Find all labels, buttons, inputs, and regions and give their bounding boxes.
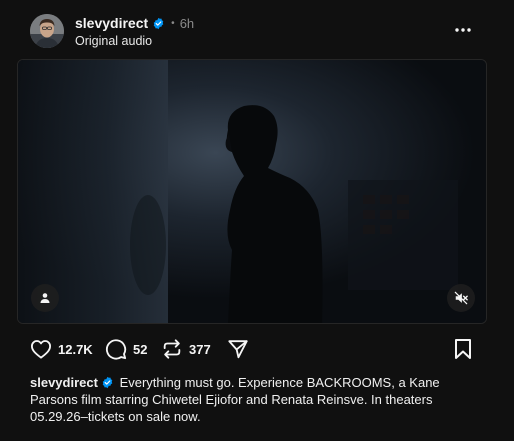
video-frame <box>18 60 486 323</box>
avatar[interactable] <box>30 14 64 48</box>
more-horizontal-icon <box>455 28 471 32</box>
tag-people-button[interactable] <box>31 284 59 312</box>
more-options-button[interactable] <box>449 18 477 42</box>
post-caption: slevydirect Everything must go. Experien… <box>30 374 480 425</box>
share-button[interactable] <box>227 337 249 361</box>
comment-count: 52 <box>133 341 148 357</box>
post-video[interactable] <box>17 59 487 324</box>
bookmark-icon <box>455 339 471 359</box>
send-icon <box>228 340 248 359</box>
repost-button[interactable]: 377 <box>161 337 211 361</box>
caption-username-link[interactable]: slevydirect <box>30 375 98 390</box>
like-button[interactable]: 12.7K <box>30 337 93 361</box>
audio-label[interactable]: Original audio <box>75 34 152 48</box>
verified-badge-icon <box>152 17 165 30</box>
post-card: slevydirect • 6h Original audio 12.7K 52… <box>0 0 514 441</box>
heart-icon <box>30 340 51 359</box>
name-row: slevydirect • 6h <box>75 15 194 31</box>
action-bar: 12.7K 52 377 <box>30 337 480 361</box>
separator-dot: • <box>171 17 175 29</box>
repost-icon <box>163 339 181 359</box>
username-link[interactable]: slevydirect <box>75 15 148 31</box>
like-count: 12.7K <box>58 341 93 357</box>
person-tag-icon <box>40 293 50 303</box>
mute-button[interactable] <box>447 284 475 312</box>
caption-verified-badge-icon <box>101 376 114 389</box>
volume-muted-icon <box>454 291 468 305</box>
post-time[interactable]: 6h <box>180 16 194 31</box>
post-header: slevydirect • 6h Original audio <box>30 12 485 52</box>
comment-button[interactable]: 52 <box>105 337 147 361</box>
save-button[interactable] <box>453 337 473 361</box>
comment-icon <box>105 339 127 360</box>
repost-count: 377 <box>189 341 211 357</box>
